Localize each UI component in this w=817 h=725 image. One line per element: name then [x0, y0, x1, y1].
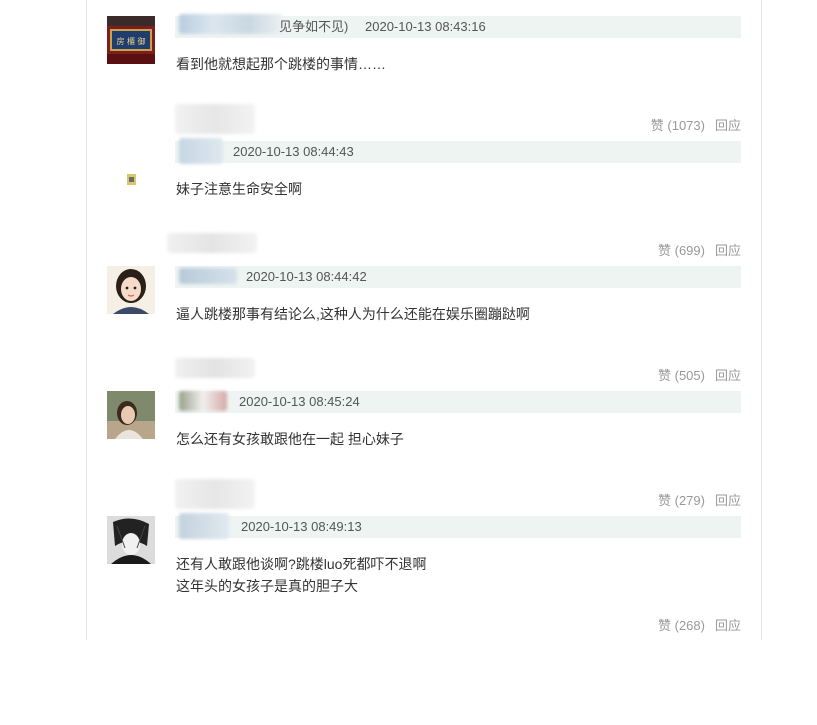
reply-button[interactable]: 回应 [715, 365, 741, 384]
user-avatar[interactable] [107, 516, 155, 564]
comment-text: 逼人跳楼那事有结论么,这种人为什么还能在娱乐圈蹦跶啊 [176, 306, 530, 322]
comment-meta: 2020-10-13 08:44:42 [175, 266, 741, 288]
user-avatar[interactable] [107, 391, 155, 439]
reply-button[interactable]: 回应 [715, 240, 741, 259]
comment-timestamp: 2020-10-13 08:45:24 [239, 394, 360, 409]
comment-timestamp: 2020-10-13 08:44:43 [233, 144, 354, 159]
user-avatar[interactable] [107, 266, 155, 314]
comment-text: 还有人敢跟他谈啊?跳楼luo死都吓不退啊 这年头的女孩子是真的胆子大 [176, 556, 427, 594]
avatar-name-blurred[interactable] [179, 138, 223, 164]
username-suffix: 见争如不见) [279, 19, 349, 34]
username-blurred[interactable] [167, 233, 257, 253]
like-button[interactable]: 赞 (1073) [651, 115, 705, 134]
user-avatar[interactable]: 房 櫃 御 [107, 16, 155, 64]
username-blurred[interactable] [179, 14, 283, 34]
reply-button[interactable]: 回应 [715, 615, 741, 634]
svg-text:房 櫃 御: 房 櫃 御 [116, 36, 145, 46]
comment-text: 看到他就想起那个跳楼的事情…… [176, 56, 386, 72]
username-blurred[interactable] [175, 104, 255, 134]
comment-meta: 2020-10-13 08:44:43 [175, 138, 741, 164]
username-blurred[interactable] [175, 479, 255, 509]
comment-meta: 2020-10-13 08:49:13 [175, 513, 741, 539]
avatar-name-blurred[interactable] [179, 513, 229, 539]
comment-meta: 见争如不见) 2020-10-13 08:43:16 [175, 14, 741, 38]
comment-meta: 2020-10-13 08:45:24 [175, 391, 741, 413]
comment-timestamp: 2020-10-13 08:44:42 [246, 269, 367, 284]
avatar-name-blurred[interactable] [179, 391, 227, 411]
comment-text: 妹子注意生命安全啊 [176, 181, 302, 197]
user-avatar[interactable] [107, 165, 155, 213]
like-button[interactable]: 赞 (279) [658, 490, 705, 509]
comment-timestamp: 2020-10-13 08:49:13 [241, 519, 362, 534]
like-button[interactable]: 赞 (505) [658, 365, 705, 384]
comment-text: 怎么还有女孩敢跟他在一起 担心妹子 [176, 431, 404, 447]
avatar-name-blurred[interactable] [179, 268, 237, 284]
comment-item: 赞 (1073) 回应 2020-10-13 08:44:43 妹子注意生命安全… [87, 100, 761, 225]
comment-item: 赞 (699) 回应 2020-10-13 08:44:42 逼人跳楼那事有结论… [87, 225, 761, 350]
like-button[interactable]: 赞 (268) [658, 615, 705, 634]
reply-button[interactable]: 回应 [715, 490, 741, 509]
like-button[interactable]: 赞 (699) [658, 240, 705, 259]
comment-item: 赞 (268) 回应 [87, 600, 761, 725]
comment-item: 赞 (505) 回应 2020-10-13 08:45:24 怎么还有女孩敢跟他… [87, 350, 761, 475]
comment-timestamp: 2020-10-13 08:43:16 [365, 19, 486, 34]
reply-button[interactable]: 回应 [715, 115, 741, 134]
comment-list: 房 櫃 御 见争如不见) 2020-10-13 08:43:16 看到他就想起那… [86, 0, 762, 640]
username-blurred[interactable] [175, 358, 255, 378]
comment-item: 赞 (279) 回应 2020-10-13 08:49:13 还有人敢跟他谈啊?… [87, 475, 761, 600]
